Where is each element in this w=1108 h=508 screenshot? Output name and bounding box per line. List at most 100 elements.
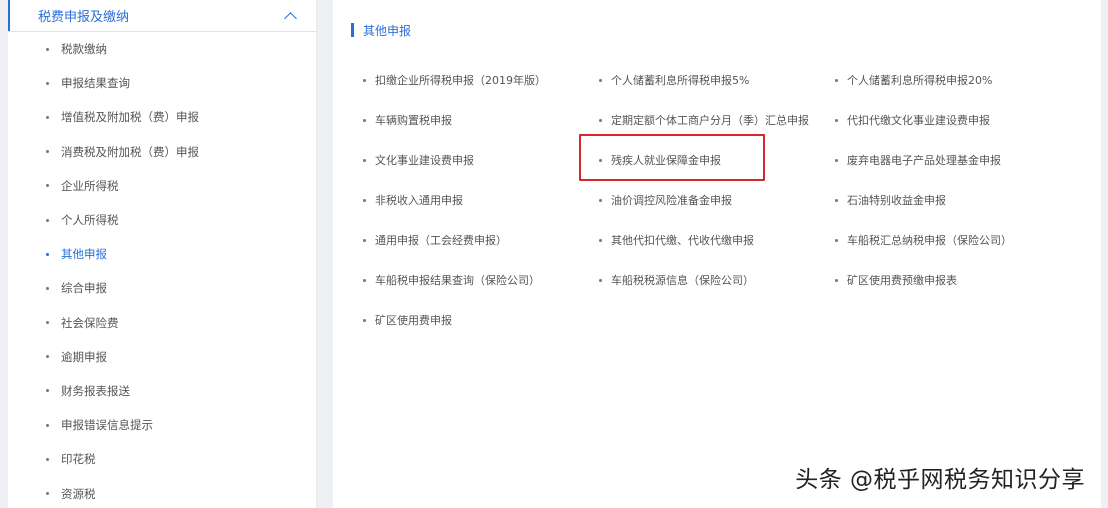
filing-option-vehicle-vessel-source-info[interactable]: 车船税税源信息（保险公司） xyxy=(599,260,835,300)
chevron-up-icon[interactable] xyxy=(284,9,298,23)
bullet-icon xyxy=(363,318,366,322)
filing-option-general-union-fee[interactable]: 通用申报（工会经费申报） xyxy=(363,220,599,260)
bullet-icon xyxy=(363,118,366,122)
sidebar-item-label: 税款缴纳 xyxy=(61,42,107,57)
sidebar-item-vat-filing[interactable]: 增值税及附加税（费）申报 xyxy=(8,100,316,134)
bullet-icon xyxy=(599,78,602,82)
filing-option-label: 非税收入通用申报 xyxy=(375,194,463,207)
sidebar-item-label: 社会保险费 xyxy=(61,315,119,330)
sidebar-item-consumption-tax-filing[interactable]: 消费税及附加税（费）申报 xyxy=(8,135,316,169)
bullet-icon xyxy=(363,278,366,282)
filing-option-oil-special-gain[interactable]: 石油特别收益金申报 xyxy=(835,180,1071,220)
bullet-icon xyxy=(835,238,838,242)
watermark-text: 头条 @税乎网税务知识分享 xyxy=(795,467,1085,493)
filing-option-label: 车船税税源信息（保险公司） xyxy=(611,274,754,287)
sidebar-item-label: 资源税 xyxy=(61,486,96,501)
filing-option-label: 车船税申报结果查询（保险公司） xyxy=(375,274,540,287)
sidebar-item-label: 个人所得税 xyxy=(61,213,119,228)
bullet-icon xyxy=(46,81,49,85)
bullet-icon xyxy=(363,238,366,242)
bullet-icon xyxy=(46,150,49,154)
bullet-icon xyxy=(46,457,49,461)
section-title: 其他申报 xyxy=(351,22,411,38)
filing-option-label: 通用申报（工会经费申报） xyxy=(375,234,507,247)
bullet-icon xyxy=(363,158,366,162)
bullet-icon xyxy=(46,115,49,119)
bullet-icon xyxy=(835,78,838,82)
sidebar-item-label: 印花税 xyxy=(61,452,96,467)
section-title-bar xyxy=(351,23,354,37)
section-title-text: 其他申报 xyxy=(363,23,412,38)
filing-option-vehicle-vessel-result-query[interactable]: 车船税申报结果查询（保险公司） xyxy=(363,260,599,300)
filing-option-label: 矿区使用费申报 xyxy=(375,314,452,327)
filing-option-label: 定期定额个体工商户分月（季）汇总申报 xyxy=(611,114,809,127)
sidebar-item-tax-payment[interactable]: 税款缴纳 xyxy=(8,32,316,66)
sidebar-item-label: 综合申报 xyxy=(61,281,107,296)
bullet-icon xyxy=(46,252,49,256)
filing-option-culture-fee[interactable]: 文化事业建设费申报 xyxy=(363,140,599,180)
filing-option-weee-fund[interactable]: 废弃电器电子产品处理基金申报 xyxy=(835,140,1071,180)
sidebar-item-financial-statements[interactable]: 财务报表报送 xyxy=(8,374,316,408)
filing-option-label: 矿区使用费预缴申报表 xyxy=(847,274,957,287)
filing-option-label: 代扣代缴文化事业建设费申报 xyxy=(847,114,990,127)
filing-option-mining-fee-prepayment[interactable]: 矿区使用费预缴申报表 xyxy=(835,260,1071,300)
filing-option-label: 文化事业建设费申报 xyxy=(375,154,474,167)
bullet-icon xyxy=(599,198,602,202)
filing-option-oil-price-reserve[interactable]: 油价调控风险准备金申报 xyxy=(599,180,835,220)
filing-option-fixed-quota-household[interactable]: 定期定额个体工商户分月（季）汇总申报 xyxy=(599,100,835,140)
bullet-icon xyxy=(363,78,366,82)
sidebar-item-label: 申报结果查询 xyxy=(61,76,130,91)
filing-option-vehicle-purchase-tax[interactable]: 车辆购置税申报 xyxy=(363,100,599,140)
bullet-icon xyxy=(835,118,838,122)
filing-option-label: 石油特别收益金申报 xyxy=(847,194,946,207)
sidebar-header-tax-filing[interactable]: 税费申报及缴纳 xyxy=(8,0,316,32)
sidebar-item-label: 其他申报 xyxy=(61,247,107,262)
sidebar-item-label: 消费税及附加税（费）申报 xyxy=(61,144,199,159)
sidebar-item-other-filing[interactable]: 其他申报 xyxy=(8,237,316,271)
sidebar-item-corporate-income-tax[interactable]: 企业所得税 xyxy=(8,169,316,203)
sidebar-item-individual-income-tax[interactable]: 个人所得税 xyxy=(8,203,316,237)
bullet-icon xyxy=(46,355,49,359)
sidebar-item-label: 逾期申报 xyxy=(61,349,107,364)
filing-option-mining-fee[interactable]: 矿区使用费申报 xyxy=(363,300,599,340)
filing-option-label: 废弃电器电子产品处理基金申报 xyxy=(847,154,1001,167)
bullet-icon xyxy=(835,158,838,162)
filing-option-label: 油价调控风险准备金申报 xyxy=(611,194,732,207)
filing-option-vehicle-vessel-summary[interactable]: 车船税汇总纳税申报（保险公司） xyxy=(835,220,1071,260)
bullet-icon xyxy=(363,198,366,202)
filing-option-label: 车船税汇总纳税申报（保险公司） xyxy=(847,234,1012,247)
bullet-icon xyxy=(599,158,602,162)
sidebar-item-filing-result-query[interactable]: 申报结果查询 xyxy=(8,66,316,100)
sidebar-item-comprehensive-filing[interactable]: 综合申报 xyxy=(8,271,316,305)
sidebar-item-label: 申报错误信息提示 xyxy=(61,418,153,433)
filing-option-label: 其他代扣代缴、代收代缴申报 xyxy=(611,234,754,247)
sidebar-item-social-insurance[interactable]: 社会保险费 xyxy=(8,306,316,340)
bullet-icon xyxy=(835,198,838,202)
filing-option-disability-employment-fund[interactable]: 残疾人就业保障金申报 xyxy=(599,140,835,180)
sidebar: 税费申报及缴纳 税款缴纳 申报结果查询 增值税及附加税（费）申报 消费税及附加税… xyxy=(8,0,317,508)
bullet-icon xyxy=(46,184,49,188)
bullet-icon xyxy=(46,492,49,496)
bullet-icon xyxy=(46,423,49,427)
bullet-icon xyxy=(599,118,602,122)
sidebar-list: 税款缴纳 申报结果查询 增值税及附加税（费）申报 消费税及附加税（费）申报 企业… xyxy=(8,32,316,508)
sidebar-item-resource-tax[interactable]: 资源税 xyxy=(8,476,316,508)
filing-option-label: 个人储蓄利息所得税申报5% xyxy=(611,74,750,87)
sidebar-item-overdue-filing[interactable]: 逾期申报 xyxy=(8,340,316,374)
filing-option-label: 残疾人就业保障金申报 xyxy=(611,154,721,167)
sidebar-item-label: 增值税及附加税（费）申报 xyxy=(61,110,199,125)
filing-options-grid: 扣缴企业所得税申报（2019年版） 个人储蓄利息所得税申报5% 个人储蓄利息所得… xyxy=(363,60,1083,340)
filing-option-savings-interest-5[interactable]: 个人储蓄利息所得税申报5% xyxy=(599,60,835,100)
filing-option-savings-interest-20[interactable]: 个人储蓄利息所得税申报20% xyxy=(835,60,1071,100)
sidebar-item-stamp-tax[interactable]: 印花税 xyxy=(8,442,316,476)
sidebar-item-filing-error-info[interactable]: 申报错误信息提示 xyxy=(8,408,316,442)
filing-option-non-tax-revenue[interactable]: 非税收入通用申报 xyxy=(363,180,599,220)
bullet-icon xyxy=(46,286,49,290)
filing-option-label: 个人储蓄利息所得税申报20% xyxy=(847,74,993,87)
filing-option-withholding-cit-2019[interactable]: 扣缴企业所得税申报（2019年版） xyxy=(363,60,599,100)
bullet-icon xyxy=(599,238,602,242)
filing-option-label: 扣缴企业所得税申报（2019年版） xyxy=(375,74,546,87)
filing-option-other-withholding[interactable]: 其他代扣代缴、代收代缴申报 xyxy=(599,220,835,260)
bullet-icon xyxy=(46,389,49,393)
filing-option-withholding-culture-fee[interactable]: 代扣代缴文化事业建设费申报 xyxy=(835,100,1071,140)
